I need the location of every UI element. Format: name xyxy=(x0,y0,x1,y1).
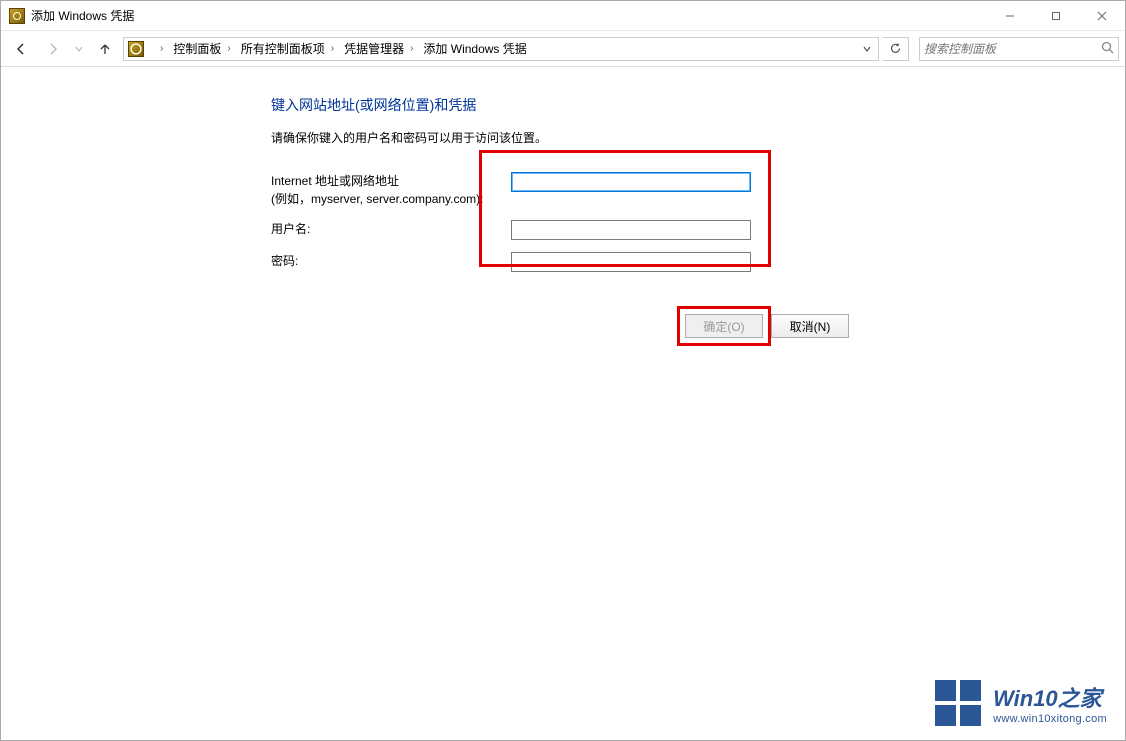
username-input[interactable] xyxy=(511,220,751,240)
maximize-button[interactable] xyxy=(1033,1,1079,30)
watermark-text: Win10之家 www.win10xitong.com xyxy=(993,681,1107,725)
watermark-logo-icon xyxy=(935,680,981,726)
breadcrumb-label: 添加 Windows 凭据 xyxy=(423,40,526,57)
button-row: 确定(O) 取消(N) xyxy=(685,314,1125,338)
search-input[interactable] xyxy=(924,42,1097,56)
content-area: 键入网站地址(或网络位置)和凭据 请确保你键入的用户名和密码可以用于访问该位置。… xyxy=(1,67,1125,338)
address-bar[interactable]: › 控制面板› 所有控制面板项› 凭据管理器› 添加 Windows 凭据 xyxy=(123,37,879,61)
breadcrumb-root-chevron[interactable]: › xyxy=(148,38,167,60)
breadcrumb-item[interactable]: 控制面板› xyxy=(167,38,234,60)
address-input[interactable] xyxy=(511,172,751,192)
address-dropdown-icon[interactable] xyxy=(858,38,876,60)
address-hint-text: (例如，myserver, server.company.com): xyxy=(271,190,511,208)
nav-up-button[interactable] xyxy=(91,35,119,63)
page-subtext: 请确保你键入的用户名和密码可以用于访问该位置。 xyxy=(271,129,1125,146)
watermark-title: Win10之家 xyxy=(993,681,1107,713)
nav-forward-button[interactable] xyxy=(39,35,67,63)
form-row-username: 用户名: xyxy=(271,220,1125,240)
navigation-bar: › 控制面板› 所有控制面板项› 凭据管理器› 添加 Windows 凭据 xyxy=(1,31,1125,67)
breadcrumb-label: 所有控制面板项 xyxy=(241,40,325,57)
form-row-password: 密码: xyxy=(271,252,1125,272)
username-label: 用户名: xyxy=(271,220,511,238)
search-icon[interactable] xyxy=(1101,41,1114,57)
close-button[interactable] xyxy=(1079,1,1125,30)
nav-recent-dropdown[interactable] xyxy=(71,35,87,63)
app-icon xyxy=(9,8,25,24)
nav-back-button[interactable] xyxy=(7,35,35,63)
cancel-button[interactable]: 取消(N) xyxy=(771,314,849,338)
breadcrumb-label: 控制面板 xyxy=(173,40,221,57)
minimize-button[interactable] xyxy=(987,1,1033,30)
address-label-text: Internet 地址或网络地址 xyxy=(271,174,399,188)
window-controls xyxy=(987,1,1125,30)
highlight-frame-fields xyxy=(479,150,771,267)
breadcrumb-label: 凭据管理器 xyxy=(344,40,404,57)
address-icon xyxy=(128,41,144,57)
watermark-url: www.win10xitong.com xyxy=(993,713,1107,725)
breadcrumb-item[interactable]: 凭据管理器› xyxy=(338,38,417,60)
watermark: Win10之家 www.win10xitong.com xyxy=(935,680,1107,726)
password-input[interactable] xyxy=(511,252,751,272)
search-box[interactable] xyxy=(919,37,1119,61)
breadcrumb-item[interactable]: 添加 Windows 凭据 xyxy=(417,38,530,60)
address-label: Internet 地址或网络地址 (例如，myserver, server.co… xyxy=(271,172,511,208)
credentials-form: Internet 地址或网络地址 (例如，myserver, server.co… xyxy=(271,172,1125,338)
refresh-button[interactable] xyxy=(883,37,909,61)
password-label: 密码: xyxy=(271,252,511,270)
window-titlebar: 添加 Windows 凭据 xyxy=(1,1,1125,31)
form-row-address: Internet 地址或网络地址 (例如，myserver, server.co… xyxy=(271,172,1125,208)
ok-button[interactable]: 确定(O) xyxy=(685,314,763,338)
page-heading: 键入网站地址(或网络位置)和凭据 xyxy=(271,95,1125,115)
breadcrumb-item[interactable]: 所有控制面板项› xyxy=(235,38,338,60)
window-title: 添加 Windows 凭据 xyxy=(31,7,134,24)
